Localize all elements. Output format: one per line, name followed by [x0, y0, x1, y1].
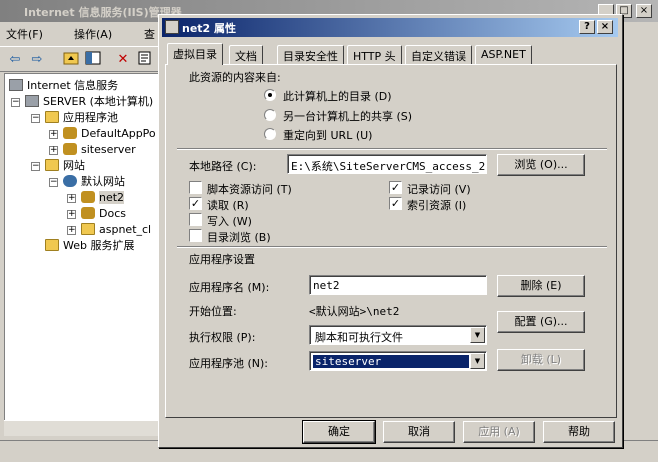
dropdown-arrow-icon[interactable]: ▼: [470, 353, 485, 369]
folder-icon: [45, 159, 59, 171]
cancel-button[interactable]: 取消: [383, 421, 455, 443]
forward-arrow-icon[interactable]: ⇨: [28, 51, 46, 69]
server-icon: [25, 95, 39, 107]
log-visits-checkbox[interactable]: ✓: [389, 181, 402, 194]
tree-node-net2[interactable]: net2: [81, 190, 125, 206]
apply-button: 应用 (A): [463, 421, 535, 443]
exec-permissions-select[interactable]: 脚本和可执行文件 ▼: [309, 325, 487, 345]
tree-node-root[interactable]: Internet 信息服务: [9, 78, 118, 94]
write-checkbox[interactable]: [189, 213, 202, 226]
expand-icon[interactable]: +: [67, 210, 76, 219]
tab-virtual-directory[interactable]: 虚拟目录: [167, 43, 223, 65]
tab-aspnet[interactable]: ASP.NET: [475, 45, 532, 64]
site-tree[interactable]: Internet 信息服务 − SERVER (本地计算机) − 应用程序池 +…: [4, 73, 164, 435]
tree-node-web-extensions[interactable]: Web 服务扩展: [45, 238, 134, 254]
app-folder-icon: [81, 191, 95, 203]
dialog-title: net2 属性: [182, 22, 237, 35]
up-folder-icon[interactable]: [62, 51, 80, 69]
local-path-field[interactable]: E:\系统\SiteServerCMS_access_2.3.: [287, 154, 487, 174]
unload-button: 卸载 (L): [497, 349, 585, 371]
expand-icon[interactable]: +: [67, 194, 76, 203]
app-pool-icon: [63, 143, 77, 155]
log-visits-label[interactable]: 记录访问 (V): [407, 181, 471, 197]
tree-node-default-site[interactable]: 默认网站: [63, 174, 125, 190]
local-path-label: 本地路径 (C):: [189, 160, 257, 173]
separator: [177, 148, 607, 150]
read-label[interactable]: 读取 (R): [207, 197, 249, 213]
app-folder-icon: [81, 207, 95, 219]
tab-http-headers[interactable]: HTTP 头: [347, 45, 402, 64]
tree-node-server[interactable]: SERVER (本地计算机): [25, 94, 153, 110]
start-point-value: <默认网站>\net2: [309, 305, 400, 318]
tree-node-app-pools[interactable]: 应用程序池: [45, 110, 118, 126]
remove-button[interactable]: 删除 (E): [497, 275, 585, 297]
tab-custom-errors[interactable]: 自定义错误: [405, 45, 472, 64]
collapse-icon[interactable]: −: [31, 162, 40, 171]
back-arrow-icon[interactable]: ⇦: [6, 51, 24, 69]
delete-icon[interactable]: ✕: [114, 51, 132, 69]
browse-button[interactable]: 浏览 (O)...: [497, 154, 585, 176]
toolbar: ⇦ ⇨ ✕: [0, 46, 170, 72]
tree-node-pool-siteserver[interactable]: siteserver: [63, 142, 136, 158]
collapse-icon[interactable]: −: [31, 114, 40, 123]
menu-file[interactable]: 文件(F): [6, 26, 43, 42]
show-tree-icon[interactable]: [84, 51, 102, 69]
folder-icon: [45, 111, 59, 123]
close-window-button[interactable]: ×: [636, 4, 652, 18]
tree-node-docs[interactable]: Docs: [81, 206, 126, 222]
script-source-label[interactable]: 脚本资源访问 (T): [207, 181, 292, 197]
dialog-title-bar[interactable]: net2 属性 ? ×: [162, 18, 618, 37]
dialog-system-icon: [165, 20, 179, 34]
radio-network-share-label[interactable]: 另一台计算机上的共享 (S): [283, 108, 412, 124]
content-source-label: 此资源的内容来自:: [189, 71, 281, 84]
radio-this-computer-label[interactable]: 此计算机上的目录 (D): [283, 88, 392, 104]
index-resource-label[interactable]: 索引资源 (I): [407, 197, 466, 213]
website-globe-icon: [63, 175, 77, 187]
properties-dialog: net2 属性 ? × 虚拟目录 文档 目录安全性 HTTP 头 自定义错误 A…: [158, 14, 623, 448]
tree-node-websites[interactable]: 网站: [45, 158, 85, 174]
folder-icon: [45, 239, 59, 251]
expand-icon[interactable]: +: [49, 130, 58, 139]
radio-redirect-url-label[interactable]: 重定向到 URL (U): [283, 127, 372, 143]
start-point-label: 开始位置:: [189, 305, 237, 318]
collapse-icon[interactable]: −: [49, 178, 58, 187]
directory-browsing-checkbox[interactable]: [189, 229, 202, 242]
menu-view[interactable]: 查: [144, 26, 155, 42]
exec-permissions-label: 执行权限 (P):: [189, 331, 256, 344]
app-pool-icon: [63, 127, 77, 139]
radio-redirect-url[interactable]: [264, 128, 276, 140]
app-pool-select[interactable]: siteserver ▼: [309, 351, 487, 371]
collapse-icon[interactable]: −: [11, 98, 20, 107]
radio-network-share[interactable]: [264, 109, 276, 121]
ok-button[interactable]: 确定: [302, 420, 376, 444]
tree-horizontal-scrollbar[interactable]: [4, 420, 164, 436]
app-name-field[interactable]: net2: [309, 275, 487, 295]
computer-icon: [9, 79, 23, 91]
separator: [177, 246, 607, 248]
properties-icon[interactable]: [136, 51, 154, 69]
help-button[interactable]: 帮助: [543, 421, 615, 443]
radio-this-computer[interactable]: [264, 89, 276, 101]
tree-node-aspnet-client[interactable]: aspnet_cl: [81, 222, 151, 238]
index-resource-checkbox[interactable]: ✓: [389, 197, 402, 210]
menu-bar: 文件(F) 操作(A) 查: [0, 22, 170, 44]
write-label[interactable]: 写入 (W): [207, 213, 252, 229]
tab-directory-security[interactable]: 目录安全性: [277, 45, 344, 64]
expand-icon[interactable]: +: [49, 146, 58, 155]
close-dialog-button[interactable]: ×: [597, 20, 613, 34]
configure-button[interactable]: 配置 (G)...: [497, 311, 585, 333]
read-checkbox[interactable]: ✓: [189, 197, 202, 210]
app-settings-label: 应用程序设置: [189, 253, 255, 266]
script-source-checkbox[interactable]: [189, 181, 202, 194]
dropdown-arrow-icon[interactable]: ▼: [470, 327, 485, 343]
folder-icon: [81, 223, 95, 235]
app-pool-label: 应用程序池 (N):: [189, 357, 269, 370]
directory-browsing-label[interactable]: 目录浏览 (B): [207, 229, 271, 245]
menu-action[interactable]: 操作(A): [74, 26, 112, 42]
tab-documents[interactable]: 文档: [229, 45, 263, 64]
tree-node-pool-default[interactable]: DefaultAppPo: [63, 126, 156, 142]
expand-icon[interactable]: +: [67, 226, 76, 235]
app-name-label: 应用程序名 (M):: [189, 281, 270, 294]
help-icon-button[interactable]: ?: [579, 20, 595, 34]
